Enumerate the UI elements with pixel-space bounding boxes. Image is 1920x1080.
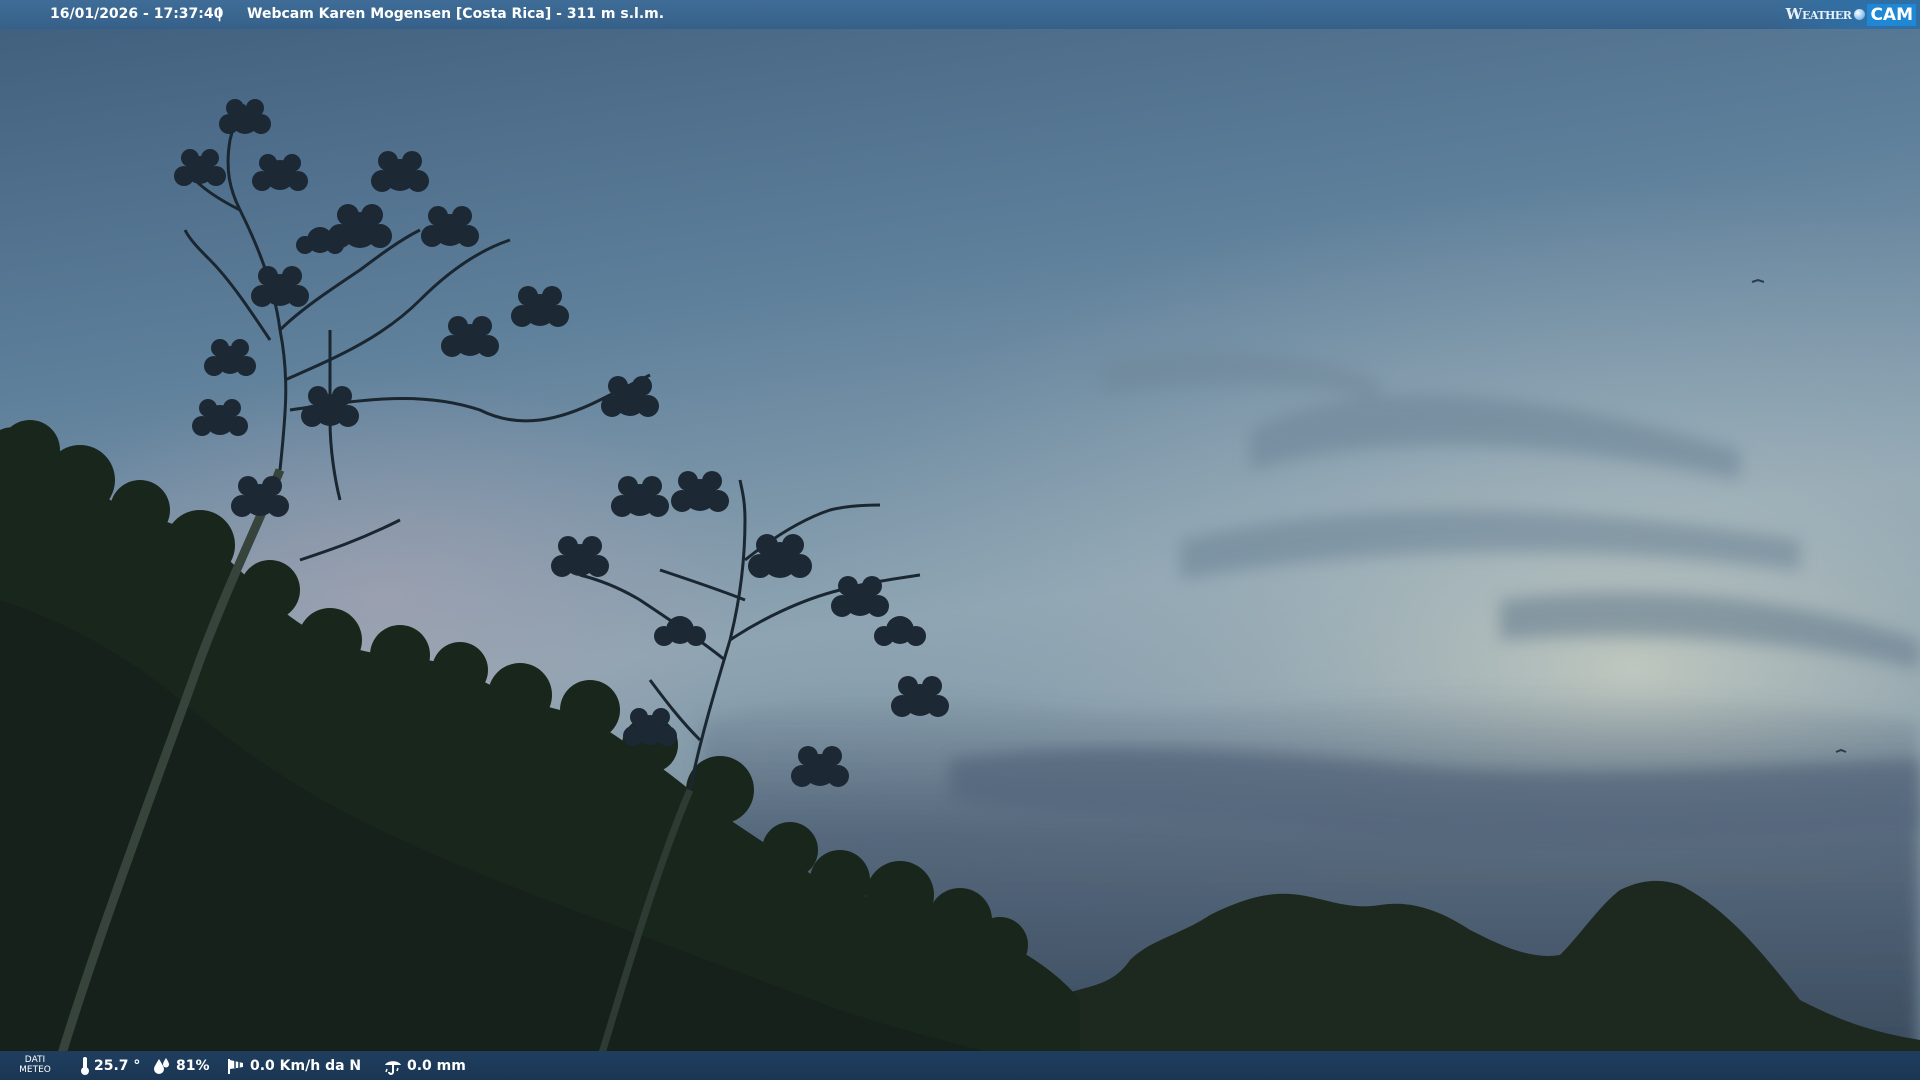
humidity-readout: 81% [152, 1051, 210, 1080]
humidity-value: 81% [176, 1057, 210, 1074]
rain-gauge-icon [385, 1060, 401, 1075]
temperature-value: 25.7 ° [94, 1057, 141, 1074]
webcam-frame: 16/01/2026 - 17:37:40 | Webcam Karen Mog… [0, 0, 1920, 1080]
meteo-label-line2: METEO [19, 1065, 51, 1075]
rain-value: 0.0 mm [407, 1057, 466, 1074]
webcam-image [0, 0, 1920, 1080]
humidity-drops-icon [154, 1057, 169, 1074]
logo-globe-icon [1854, 9, 1866, 20]
meteo-label: DATI METEO [19, 1055, 51, 1075]
meteo-label-line1: DATI [24, 1055, 46, 1065]
top-info-bar: 16/01/2026 - 17:37:40 | Webcam Karen Mog… [0, 0, 1920, 29]
thermometer-icon [81, 1056, 89, 1075]
temperature-readout: 25.7 ° [80, 1051, 140, 1080]
rain-readout: 0.0 mm [383, 1051, 466, 1080]
logo-cam-text: CAM [1867, 3, 1916, 26]
windsock-icon [228, 1058, 243, 1074]
webcam-title: Webcam Karen Mogensen [Costa Rica] - 311… [247, 6, 665, 22]
timestamp: 16/01/2026 - 17:37:40 [50, 6, 224, 22]
wind-readout: 0.0 Km/h da N [226, 1051, 361, 1080]
weather-data-bar: DATI METEO 25.7 ° 81% 0.0 Km/h da N 0.0 … [0, 1051, 1920, 1080]
logo-weather-text: Weather [1785, 5, 1852, 23]
separator: | [217, 6, 223, 22]
weathercam-logo[interactable]: Weather CAM [1765, 0, 1920, 29]
wind-value: 0.0 Km/h da N [250, 1057, 362, 1074]
